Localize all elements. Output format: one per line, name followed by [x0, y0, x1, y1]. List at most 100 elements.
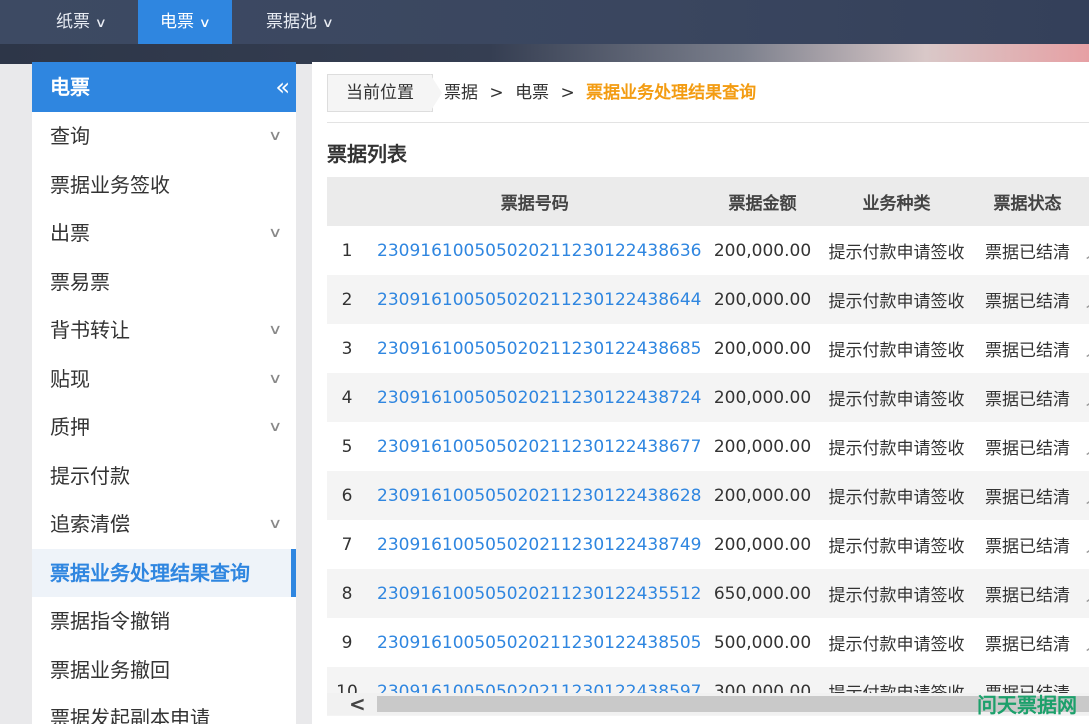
column-header-status[interactable]: 票据状态: [970, 177, 1085, 226]
sidebar-item-label: 票易票: [50, 269, 110, 294]
sidebar-item-label: 票据业务处理结果查询: [50, 560, 250, 585]
sidebar-item-endorsement[interactable]: 背书转让 ∨: [32, 306, 296, 355]
row-index: 4: [327, 373, 367, 422]
chevron-down-icon: ∨: [321, 16, 334, 31]
sidebar-item-label: 票据业务签收: [50, 172, 170, 197]
overflow-cell: 人: [1084, 373, 1089, 422]
table-row: 7 230916100505020211230122438749 200,000…: [327, 520, 1089, 569]
sidebar-title: 电票: [50, 75, 90, 99]
bill-status: 票据已结清: [970, 569, 1085, 618]
sidebar-item-sign-receipt[interactable]: 票据业务签收: [32, 161, 296, 210]
business-type: 提示付款申请签收: [822, 373, 971, 422]
sidebar-item-payment-request[interactable]: 提示付款: [32, 452, 296, 501]
bill-amount: 200,000.00: [702, 373, 823, 422]
chevron-down-icon: ∨: [267, 225, 283, 241]
row-index: 5: [341, 436, 353, 457]
bill-status: 票据已结清: [970, 471, 1085, 520]
sidebar-item-instruction-cancel[interactable]: 票据指令撤销: [32, 597, 296, 646]
watermark-logo: 问天票据网: [977, 693, 1077, 717]
column-header-business-type[interactable]: 业务种类: [822, 177, 971, 226]
bill-number-link[interactable]: 230916100505020211230122438636: [367, 226, 702, 275]
bill-number-link[interactable]: 230916100505020211230122438685: [367, 324, 702, 373]
page-title: 票据列表: [327, 142, 407, 166]
topnav-electronic-bill[interactable]: 电票 ∨: [138, 0, 232, 44]
breadcrumb-link-bill[interactable]: 票据: [444, 83, 478, 103]
bill-status: 票据已结清: [984, 635, 1070, 655]
sidebar-item-label: 贴现: [50, 366, 90, 391]
table-row: 5 230916100505020211230122438677 200,000…: [327, 422, 1089, 471]
sidebar-item-label: 出票: [50, 221, 90, 245]
bill-number-link[interactable]: 230916100505020211230122435512: [367, 569, 703, 618]
bill-table: 票据号码 票据金额 业务种类 票据状态 1 230916100505020211…: [327, 177, 1089, 716]
bill-amount: 200,000.00: [713, 240, 812, 261]
chevron-down-icon: ∨: [198, 16, 211, 31]
breadcrumb: 当前位置 票据 > 电票 > 票据业务处理结果查询: [327, 72, 1089, 123]
sidebar-item-recourse[interactable]: 追索清偿 ∨: [32, 500, 296, 549]
decorative-band: [0, 44, 1089, 64]
collapse-sidebar-icon[interactable]: «: [275, 62, 289, 112]
sidebar-item-label: 追索清偿: [50, 512, 130, 536]
sidebar-item-label: 票据指令撤销: [50, 609, 170, 633]
column-header-amount[interactable]: 票据金额: [702, 177, 823, 226]
table-row: 4 230916100505020211230122438724 200,000…: [327, 373, 1089, 422]
business-type: 提示付款申请签收: [822, 275, 971, 324]
table-row: 6 230916100505020211230122438628 200,000…: [327, 471, 1089, 520]
chevron-down-icon: ∨: [94, 16, 107, 31]
business-type: 提示付款申请签收: [822, 471, 971, 520]
breadcrumb-trail: 票据 > 电票 > 票据业务处理结果查询: [444, 74, 756, 112]
breadcrumb-link-ebill[interactable]: 电票: [515, 83, 549, 103]
sidebar-item-copy-request[interactable]: 票据发起副本申请: [32, 694, 296, 724]
sidebar-item-result-query[interactable]: 票据业务处理结果查询: [32, 548, 296, 597]
top-nav: 纸票 ∨ 电票 ∨ 票据池 ∨: [0, 0, 1089, 44]
sidebar-item-bill-exchange[interactable]: 票易票: [32, 258, 296, 307]
chevron-down-icon: ∨: [267, 419, 283, 435]
business-type: 提示付款申请签收: [822, 569, 971, 618]
overflow-cell: 人: [1084, 275, 1089, 324]
sidebar-item-label: 背书转让: [50, 318, 130, 342]
sidebar-item-withdraw[interactable]: 票据业务撤回: [32, 646, 296, 695]
horizontal-scrollbar[interactable]: <: [327, 693, 1089, 715]
topnav-paper-bill[interactable]: 纸票 ∨: [38, 0, 124, 44]
sidebar-item-issue[interactable]: 出票 ∨: [32, 209, 296, 258]
sidebar-item-discount[interactable]: 贴现 ∨: [32, 355, 296, 404]
bill-number-link[interactable]: 230916100505020211230122438677: [367, 422, 702, 471]
row-index: 9: [341, 632, 353, 653]
overflow-cell: 人: [1084, 618, 1089, 667]
overflow-cell: 人: [1084, 520, 1089, 569]
scroll-left-icon[interactable]: <: [349, 693, 366, 715]
breadcrumb-arrow-icon: [430, 74, 442, 112]
overflow-cell: 人: [1084, 471, 1089, 520]
row-index: 1: [341, 240, 353, 261]
sidebar-item-query[interactable]: 查询 ∨: [32, 112, 296, 161]
sidebar-item-pledge[interactable]: 质押 ∨: [32, 403, 296, 452]
breadcrumb-current-location-label: 当前位置: [327, 74, 433, 112]
bill-number-link[interactable]: 230916100505020211230122438628: [367, 471, 703, 520]
chevron-down-icon: ∨: [267, 322, 283, 338]
topnav-label: 电票: [160, 12, 194, 32]
table-row: 9 230916100505020211230122438505 500,000…: [327, 618, 1089, 667]
sidebar-item-label: 提示付款: [50, 463, 130, 488]
table-row: 2 230916100505020211230122438644 200,000…: [327, 275, 1089, 324]
bill-number-link[interactable]: 230916100505020211230122438724: [367, 373, 703, 422]
topnav-label: 纸票: [56, 12, 90, 32]
overflow-cell: 人: [1084, 422, 1089, 471]
bill-amount: 500,000.00: [713, 632, 812, 653]
column-header-overflow: [1084, 177, 1089, 226]
bill-number-link[interactable]: 230916100505020211230122438749: [367, 520, 702, 569]
bill-number-link[interactable]: 230916100505020211230122438505: [367, 618, 702, 667]
row-index: 3: [341, 338, 353, 359]
column-header-bill-number[interactable]: 票据号码: [367, 177, 703, 226]
breadcrumb-separator: >: [489, 83, 504, 103]
main-content: 当前位置 票据 > 电票 > 票据业务处理结果查询 票据列表 票据号码 票据金额…: [312, 62, 1089, 724]
column-header-index: [327, 177, 367, 226]
topnav-bill-pool[interactable]: 票据池 ∨: [248, 0, 351, 44]
row-index: 6: [327, 471, 367, 520]
overflow-cell: 人: [1084, 569, 1089, 618]
breadcrumb-separator: >: [560, 83, 575, 103]
row-index: 8: [327, 569, 367, 618]
bill-status: 票据已结清: [984, 537, 1070, 557]
bill-status: 票据已结清: [970, 275, 1085, 324]
breadcrumb-current-page: 票据业务处理结果查询: [586, 83, 757, 103]
bill-status: 票据已结清: [984, 439, 1070, 459]
bill-number-link[interactable]: 230916100505020211230122438644: [367, 275, 703, 324]
